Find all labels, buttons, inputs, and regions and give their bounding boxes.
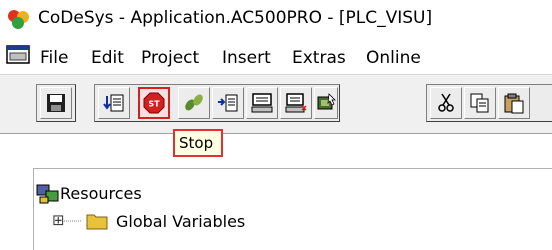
step-in-button[interactable] xyxy=(212,87,244,119)
login-button[interactable] xyxy=(246,87,278,119)
folder-icon xyxy=(86,214,108,230)
menu-bar: File Edit Project Insert Extras Online xyxy=(0,38,552,74)
footsteps-icon xyxy=(185,94,203,111)
save-button[interactable] xyxy=(40,87,72,119)
cpu-pointer-icon xyxy=(317,93,336,110)
menu-project[interactable]: Project xyxy=(141,48,199,68)
menu-online[interactable]: Online xyxy=(366,48,421,68)
menu-file[interactable]: File xyxy=(40,48,68,68)
toolbar: ST xyxy=(0,74,552,134)
run-button[interactable] xyxy=(178,87,210,119)
download-button[interactable] xyxy=(98,87,130,119)
toolbar-group-file xyxy=(36,84,76,122)
stop-button[interactable]: ST xyxy=(138,87,170,119)
download-icon xyxy=(103,94,124,112)
codesys-app-icon xyxy=(8,10,29,29)
menu-edit[interactable]: Edit xyxy=(91,48,124,68)
plc-computer-icon xyxy=(251,93,273,113)
tree-expand-toggle[interactable]: ⊞ xyxy=(52,211,65,229)
stop-icon: ST xyxy=(143,92,165,114)
tree-border xyxy=(33,168,552,250)
tree-item-global-variables[interactable]: Global Variables xyxy=(116,212,245,231)
save-icon xyxy=(47,94,65,112)
window-title: CoDeSys - Application.AC500PRO - [PLC_VI… xyxy=(38,8,433,28)
toolbar-group-clipboard xyxy=(426,84,552,122)
logout-button[interactable] xyxy=(280,87,312,119)
cut-button[interactable] xyxy=(430,87,462,119)
menu-extras[interactable]: Extras xyxy=(292,48,346,68)
copy-icon xyxy=(470,93,489,113)
plc-disconnect-icon xyxy=(285,93,307,113)
paste-icon xyxy=(504,93,524,114)
resources-icon[interactable] xyxy=(36,183,60,205)
toolbar-group-online: ST xyxy=(94,84,340,122)
step-in-icon xyxy=(218,94,238,112)
title-bar: CoDeSys - Application.AC500PRO - [PLC_VI… xyxy=(0,0,552,38)
tree-connector-line xyxy=(64,220,82,222)
document-window-icon[interactable] xyxy=(6,44,32,66)
copy-button[interactable] xyxy=(464,87,496,119)
scissors-icon xyxy=(438,93,454,112)
stop-tooltip: Stop xyxy=(173,129,223,157)
paste-button[interactable] xyxy=(498,87,530,119)
pointer-device-button[interactable] xyxy=(314,87,338,119)
menu-insert[interactable]: Insert xyxy=(222,48,271,68)
svg-text:ST: ST xyxy=(148,100,160,109)
tree-item-resources[interactable]: Resources xyxy=(60,184,142,203)
